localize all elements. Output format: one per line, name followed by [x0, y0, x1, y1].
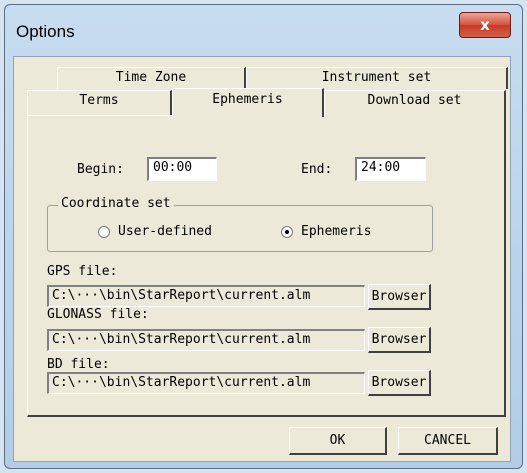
close-icon: x: [480, 16, 490, 34]
tab-terms[interactable]: Terms: [27, 90, 172, 116]
gps-file-label: GPS file:: [47, 264, 118, 279]
coordinate-set-title: Coordinate set: [58, 196, 174, 211]
glonass-file-path[interactable]: C:\···\bin\StarReport\current.alm: [47, 329, 365, 351]
tab-download-set[interactable]: Download set: [324, 90, 506, 116]
begin-label: Begin:: [77, 162, 124, 177]
glonass-browse-button[interactable]: Browser: [368, 327, 431, 353]
radio-circle-icon: [98, 226, 110, 238]
begin-time-field[interactable]: 00:00: [147, 157, 217, 181]
radio-ephemeris-label: Ephemeris: [301, 224, 372, 239]
tab-ephemeris[interactable]: Ephemeris: [172, 88, 324, 117]
tab-time-zone[interactable]: Time Zone: [57, 67, 246, 89]
end-label: End:: [301, 162, 333, 177]
radio-dot-icon: [285, 230, 289, 234]
glonass-file-label: GLONASS file:: [47, 307, 149, 322]
gps-file-path[interactable]: C:\···\bin\StarReport\current.alm: [47, 285, 365, 307]
ok-button[interactable]: OK: [289, 427, 387, 455]
bd-browse-button[interactable]: Browser: [368, 370, 431, 396]
window-title: Options: [16, 22, 75, 41]
radio-user-defined-label: User-defined: [118, 224, 212, 239]
bd-file-path[interactable]: C:\···\bin\StarReport\current.alm: [47, 372, 365, 394]
tab-instrument-set[interactable]: Instrument set: [246, 67, 508, 89]
radio-selected-icon: [281, 226, 293, 238]
bd-file-label: BD file:: [47, 357, 110, 372]
close-button[interactable]: x: [459, 12, 511, 38]
cancel-button[interactable]: CANCEL: [398, 427, 498, 455]
gps-browse-button[interactable]: Browser: [368, 284, 431, 310]
end-time-field[interactable]: 24:00: [355, 157, 426, 181]
